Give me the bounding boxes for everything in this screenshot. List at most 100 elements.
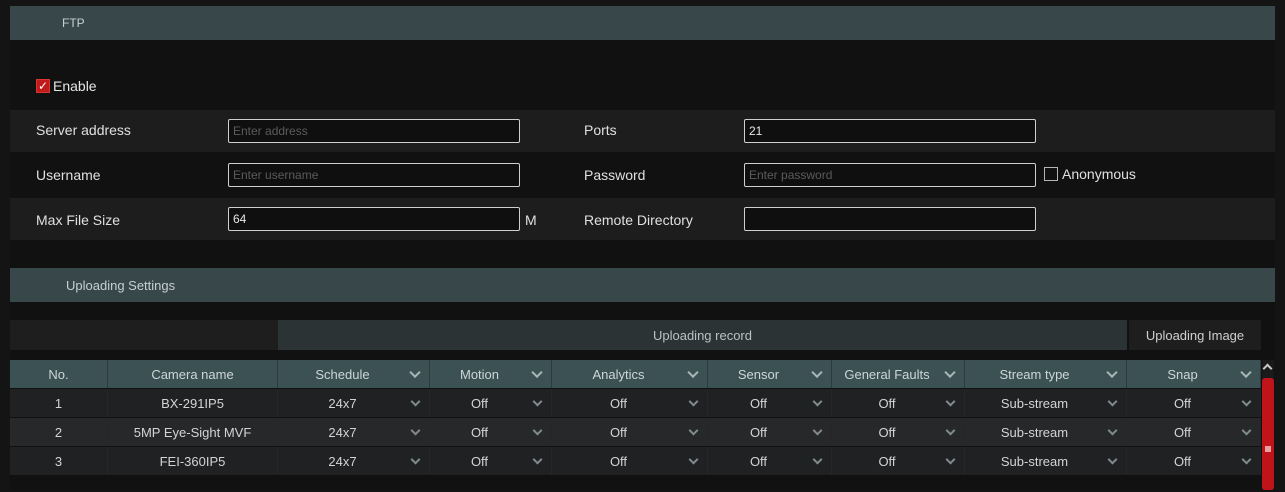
ftp-section-title: FTP: [62, 16, 85, 30]
group-header-blank: [10, 320, 278, 350]
anonymous-label: Anonymous: [1062, 166, 1136, 182]
chevron-down-icon: [532, 454, 543, 465]
chevron-down-icon: [1107, 425, 1118, 436]
column-header-no: No.: [10, 360, 108, 388]
chevron-down-icon[interactable]: [811, 366, 823, 379]
server-address-label: Server address: [36, 122, 131, 138]
max-file-size-input[interactable]: [228, 207, 520, 231]
uploading-settings-header: Uploading Settings: [10, 268, 1275, 302]
password-label: Password: [584, 167, 646, 183]
sensor-select[interactable]: Off: [708, 389, 832, 417]
max-file-size-unit: M: [525, 212, 537, 228]
scrollbar-thumb[interactable]: [1262, 378, 1274, 490]
chevron-down-icon[interactable]: [1240, 366, 1252, 379]
snap-select[interactable]: Off: [1127, 418, 1261, 446]
chevron-down-icon: [410, 425, 421, 436]
chevron-down-icon: [1107, 396, 1118, 407]
general-faults-select[interactable]: Off: [832, 447, 965, 475]
max-file-size-label: Max File Size: [36, 212, 121, 228]
ports-input[interactable]: [744, 119, 1036, 143]
anonymous-checkbox[interactable]: [1044, 167, 1058, 181]
snap-select[interactable]: Off: [1127, 447, 1261, 475]
enable-checkbox-row[interactable]: ✓ Enable: [36, 78, 97, 94]
cell-camera-name: BX-291IP5: [108, 389, 278, 417]
analytics-select[interactable]: Off: [552, 389, 708, 417]
chevron-down-icon[interactable]: [687, 366, 699, 379]
chevron-down-icon: [1241, 396, 1252, 407]
cell-no: 1: [10, 389, 108, 417]
cell-no: 2: [10, 418, 108, 446]
chevron-down-icon[interactable]: [1106, 366, 1118, 379]
ftp-settings-panel: FTP ✓ Enable Server address Ports Userna…: [10, 6, 1275, 490]
general-faults-select[interactable]: Off: [832, 418, 965, 446]
table-row: 2 5MP Eye-Sight MVF 24x7 Off Off Off Off…: [10, 418, 1261, 446]
chevron-down-icon: [688, 425, 699, 436]
general-faults-select[interactable]: Off: [832, 389, 965, 417]
chevron-down-icon[interactable]: [944, 366, 956, 379]
ports-label: Ports: [584, 122, 617, 138]
column-header-motion[interactable]: Motion: [430, 360, 552, 388]
table-row: 3 FEI-360IP5 24x7 Off Off Off Off Sub-st…: [10, 447, 1261, 475]
cell-no: 3: [10, 447, 108, 475]
password-input[interactable]: [744, 163, 1036, 187]
chevron-down-icon: [1107, 454, 1118, 465]
server-address-input[interactable]: [228, 119, 520, 143]
column-header-sensor[interactable]: Sensor: [708, 360, 832, 388]
chevron-down-icon: [945, 425, 956, 436]
column-header-analytics[interactable]: Analytics: [552, 360, 708, 388]
column-header-camera-name: Camera name: [108, 360, 278, 388]
snap-select[interactable]: Off: [1127, 389, 1261, 417]
table-group-header: Uploading record Uploading Image: [10, 320, 1275, 350]
ftp-section-header: FTP: [10, 6, 1275, 40]
column-header-general-faults[interactable]: General Faults: [832, 360, 965, 388]
remote-directory-input[interactable]: [744, 207, 1036, 231]
stream-type-select[interactable]: Sub-stream: [965, 418, 1127, 446]
motion-select[interactable]: Off: [430, 389, 552, 417]
table-column-header: No. Camera name Schedule Motion Analytic…: [10, 360, 1261, 388]
scrollbar-grip: [1265, 446, 1271, 452]
chevron-down-icon: [688, 396, 699, 407]
schedule-select[interactable]: 24x7: [278, 447, 430, 475]
analytics-select[interactable]: Off: [552, 418, 708, 446]
chevron-down-icon: [410, 396, 421, 407]
sensor-select[interactable]: Off: [708, 447, 832, 475]
enable-checkbox[interactable]: ✓: [36, 79, 50, 93]
form-row-band: [10, 110, 1275, 152]
chevron-down-icon: [688, 454, 699, 465]
chevron-down-icon: [532, 396, 543, 407]
analytics-select[interactable]: Off: [552, 447, 708, 475]
remote-directory-label: Remote Directory: [584, 212, 693, 228]
chevron-down-icon: [812, 396, 823, 407]
table-row: 1 BX-291IP5 24x7 Off Off Off Off Sub-str…: [10, 389, 1261, 417]
username-label: Username: [36, 167, 101, 183]
table-scrollbar[interactable]: [1262, 360, 1274, 490]
username-input[interactable]: [228, 163, 520, 187]
anonymous-checkbox-row[interactable]: Anonymous: [1044, 166, 1136, 182]
cell-camera-name: FEI-360IP5: [108, 447, 278, 475]
motion-select[interactable]: Off: [430, 447, 552, 475]
chevron-down-icon: [812, 425, 823, 436]
chevron-down-icon: [1241, 454, 1252, 465]
schedule-select[interactable]: 24x7: [278, 418, 430, 446]
stream-type-select[interactable]: Sub-stream: [965, 389, 1127, 417]
motion-select[interactable]: Off: [430, 418, 552, 446]
chevron-down-icon[interactable]: [531, 366, 543, 379]
chevron-down-icon: [410, 454, 421, 465]
uploading-record-group: Uploading record: [278, 320, 1127, 350]
column-header-snap[interactable]: Snap: [1127, 360, 1261, 388]
schedule-select[interactable]: 24x7: [278, 389, 430, 417]
chevron-down-icon[interactable]: [409, 366, 421, 379]
cell-camera-name: 5MP Eye-Sight MVF: [108, 418, 278, 446]
column-header-stream-type[interactable]: Stream type: [965, 360, 1127, 388]
column-header-schedule[interactable]: Schedule: [278, 360, 430, 388]
chevron-down-icon: [532, 425, 543, 436]
uploading-settings-title: Uploading Settings: [66, 277, 176, 293]
stream-type-select[interactable]: Sub-stream: [965, 447, 1127, 475]
sensor-select[interactable]: Off: [708, 418, 832, 446]
enable-label: Enable: [53, 78, 97, 94]
uploading-image-group: Uploading Image: [1129, 320, 1261, 350]
check-icon: ✓: [37, 79, 49, 93]
chevron-down-icon: [945, 454, 956, 465]
chevron-up-icon[interactable]: [1262, 363, 1273, 374]
chevron-down-icon: [945, 396, 956, 407]
